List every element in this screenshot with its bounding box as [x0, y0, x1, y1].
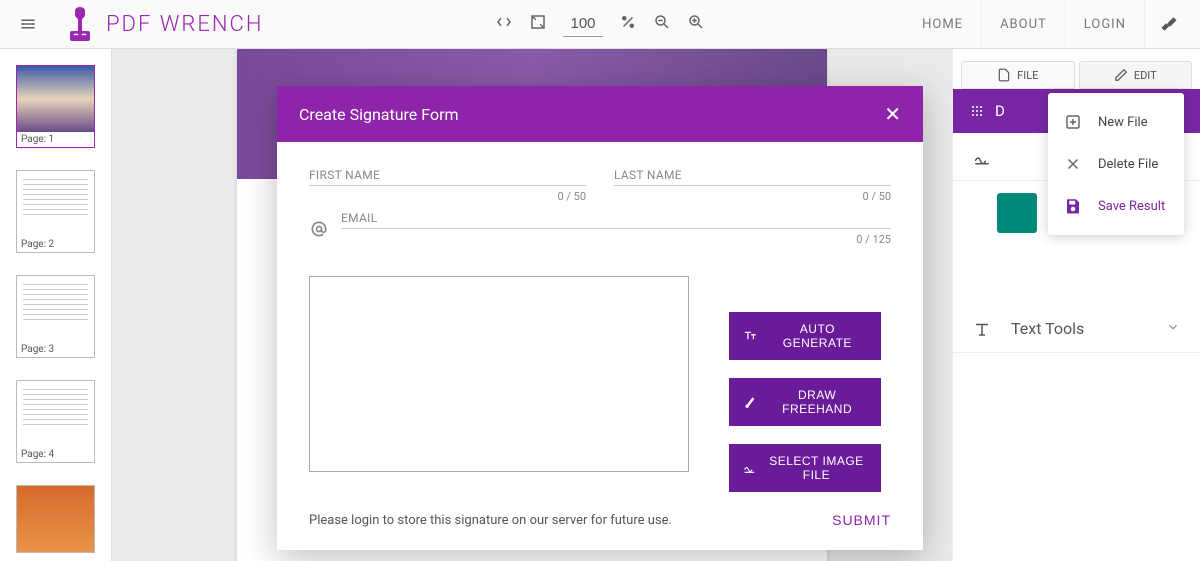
plus-file-icon	[1064, 113, 1082, 131]
nav-about[interactable]: ABOUT	[981, 0, 1065, 49]
counter: 0 / 50	[614, 190, 891, 203]
file-menu: New File Delete File Save Result	[1048, 93, 1184, 235]
thumb-label: Page: 2	[17, 237, 94, 252]
email-input[interactable]	[341, 227, 891, 229]
thumb-label: Page: 4	[17, 447, 94, 462]
zoom-in-icon[interactable]	[687, 13, 705, 35]
modal-header: Create Signature Form ✕	[277, 86, 923, 142]
tools-icon[interactable]	[1144, 0, 1192, 49]
draw-freehand-button[interactable]: DRAW FREEHAND	[729, 378, 881, 426]
at-icon	[309, 219, 329, 239]
thumbnail-1[interactable]: Page: 1	[16, 65, 95, 148]
nav-login[interactable]: LOGIN	[1065, 0, 1144, 49]
file-icon	[997, 68, 1011, 82]
text-tools-section[interactable]: Text Tools	[953, 305, 1200, 353]
select-image-button[interactable]: SELECT IMAGE FILE	[729, 444, 881, 492]
signature-modal: Create Signature Form ✕ FIRST NAME 0 / 5…	[277, 86, 923, 550]
thumbnail-5[interactable]	[16, 485, 95, 553]
logo-text: PDF WRENCH	[106, 12, 263, 37]
grid-icon	[969, 103, 985, 119]
thumb-label: Page: 1	[17, 132, 94, 147]
thumb-label: Page: 3	[17, 342, 94, 357]
thumbnail-panel: Page: 1 Page: 2 Page: 3 Page: 4	[0, 49, 112, 561]
logo[interactable]: PDF WRENCH	[64, 5, 263, 43]
percent-icon	[619, 13, 637, 35]
zoom-input[interactable]	[563, 11, 603, 37]
email-label: EMAIL	[341, 211, 891, 225]
chevron-down-icon	[1166, 319, 1180, 338]
tab-file[interactable]: FILE	[961, 61, 1075, 89]
pencil-icon	[1114, 68, 1128, 82]
first-name-input[interactable]	[309, 184, 586, 186]
fit-width-icon[interactable]	[495, 13, 513, 35]
nav-home[interactable]: HOME	[904, 0, 981, 49]
auto-generate-button[interactable]: AUTO GENERATE	[729, 312, 881, 360]
wrench-icon	[64, 5, 96, 43]
signature-tool-button[interactable]	[997, 193, 1037, 233]
thumbnail-2[interactable]: Page: 2	[16, 170, 95, 253]
login-note: Please login to store this signature on …	[309, 513, 672, 528]
brush-icon	[743, 394, 757, 410]
last-name-label: LAST NAME	[614, 168, 891, 182]
close-icon[interactable]: ✕	[884, 102, 901, 126]
top-bar: PDF WRENCH HOME ABOUT LOGIN	[0, 0, 1200, 49]
menu-icon[interactable]	[8, 4, 48, 44]
menu-new-file[interactable]: New File	[1048, 101, 1184, 143]
top-nav: HOME ABOUT LOGIN	[904, 0, 1192, 49]
tab-edit[interactable]: EDIT	[1079, 61, 1193, 89]
save-icon	[1064, 197, 1082, 215]
fit-page-icon[interactable]	[529, 13, 547, 35]
thumbnail-4[interactable]: Page: 4	[16, 380, 95, 463]
counter: 0 / 125	[341, 233, 891, 246]
text-fields-icon	[743, 328, 758, 344]
delete-icon	[1064, 155, 1082, 173]
text-icon	[973, 320, 991, 338]
menu-delete-file[interactable]: Delete File	[1048, 143, 1184, 185]
last-name-input[interactable]	[614, 184, 891, 186]
image-signature-icon	[743, 460, 756, 476]
counter: 0 / 50	[309, 190, 586, 203]
right-sidebar: FILE EDIT D age Text Tools	[952, 49, 1200, 561]
menu-save-result[interactable]: Save Result	[1048, 185, 1184, 227]
first-name-label: FIRST NAME	[309, 168, 586, 182]
zoom-out-icon[interactable]	[653, 13, 671, 35]
thumbnail-3[interactable]: Page: 3	[16, 275, 95, 358]
submit-button[interactable]: SUBMIT	[832, 512, 891, 528]
signature-canvas[interactable]	[309, 276, 689, 472]
signature-icon	[973, 148, 991, 166]
zoom-toolbar	[495, 11, 705, 37]
modal-title: Create Signature Form	[299, 105, 459, 124]
